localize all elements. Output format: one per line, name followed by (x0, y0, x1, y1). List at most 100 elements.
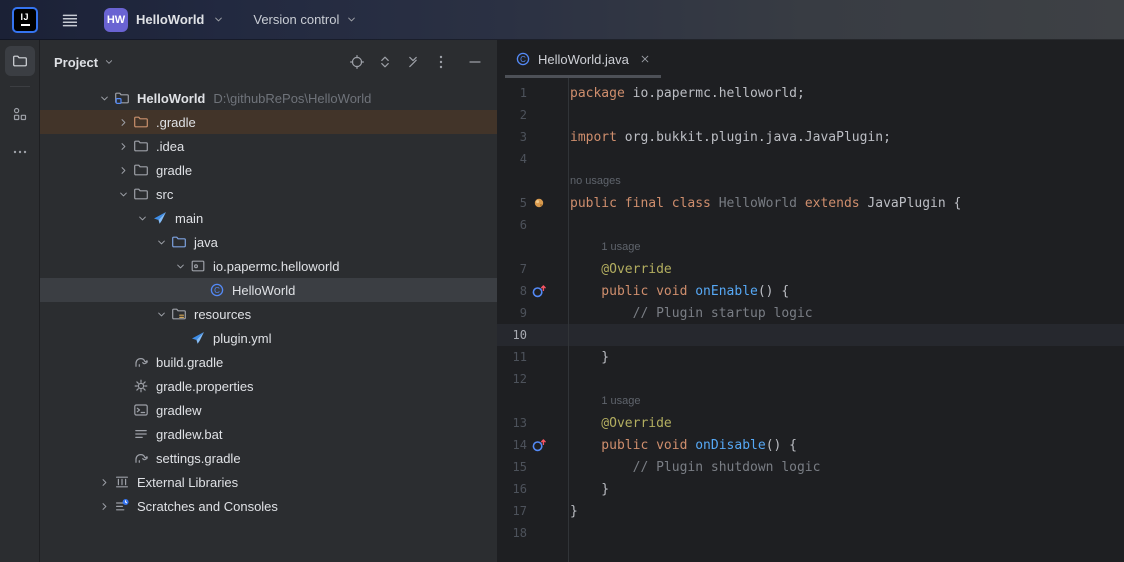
code-line-18[interactable]: 18 (497, 522, 1124, 544)
code-line-5[interactable]: 5public final class HelloWorld extends J… (497, 192, 1124, 214)
line-number: 8 (497, 284, 527, 298)
code-text: package io.papermc.helloworld; (568, 86, 805, 101)
code-line-17[interactable]: 17} (497, 500, 1124, 522)
chevron-down-icon[interactable] (117, 188, 133, 201)
code-line-9[interactable]: 9 // Plugin startup logic (497, 302, 1124, 324)
chevron-down-icon[interactable] (98, 92, 114, 105)
inlay-hint-row[interactable]: 1 usage (497, 236, 1124, 258)
kebab-menu-icon (433, 54, 449, 70)
main-menu-button[interactable] (54, 5, 84, 35)
tree-item-label: plugin.yml (213, 331, 272, 346)
tree-item-java[interactable]: java (40, 230, 497, 254)
tree-item-label: gradlew.bat (156, 427, 223, 442)
tree-item-main[interactable]: main (40, 206, 497, 230)
code-line-15[interactable]: 15 // Plugin shutdown logic (497, 456, 1124, 478)
line-number: 16 (497, 482, 527, 496)
code-line-2[interactable]: 2 (497, 104, 1124, 126)
tree-item-gradle-properties[interactable]: gradle.properties (40, 374, 497, 398)
code-line-16[interactable]: 16 } (497, 478, 1124, 500)
tree-item-resources[interactable]: resources (40, 302, 497, 326)
overriding-method-icon[interactable] (527, 283, 568, 299)
chevron-right-icon[interactable] (98, 500, 114, 513)
collapse-all-button[interactable] (403, 52, 423, 72)
line-number: 11 (497, 350, 527, 364)
code-line-1[interactable]: 1package io.papermc.helloworld; (497, 82, 1124, 104)
tree-item-gradlew-bat[interactable]: gradlew.bat (40, 422, 497, 446)
code-line-6[interactable]: 6 (497, 214, 1124, 236)
chevron-down-icon[interactable] (136, 212, 152, 225)
code-text: @Override (568, 416, 672, 431)
project-widget[interactable]: HW HelloWorld (104, 8, 225, 32)
project-view-selector[interactable]: Project (54, 55, 115, 70)
tree-item-label: .gradle (156, 115, 196, 130)
editor-tab-helloworld-java[interactable]: C HelloWorld.java (505, 40, 661, 78)
inlay-hint-row[interactable]: 1 usage (497, 390, 1124, 412)
code-line-8[interactable]: 8 public void onEnable() { (497, 280, 1124, 302)
line-number: 6 (497, 218, 527, 232)
chevron-down-icon[interactable] (174, 260, 190, 273)
inlay-hint: 1 usage (568, 240, 640, 255)
project-panel-header: Project (40, 40, 497, 84)
code-line-3[interactable]: 3import org.bukkit.plugin.java.JavaPlugi… (497, 126, 1124, 148)
folder-icon (133, 186, 149, 202)
code-editor[interactable]: 1package io.papermc.helloworld;23import … (497, 78, 1124, 562)
minecraft-plugin-icon[interactable] (527, 195, 568, 211)
hide-panel-button[interactable] (465, 52, 485, 72)
tree-item-gradle[interactable]: gradle (40, 158, 497, 182)
code-line-10[interactable]: 10 (497, 324, 1124, 346)
chevron-down-icon[interactable] (155, 308, 171, 321)
chevron-right-icon[interactable] (117, 116, 133, 129)
code-text: // Plugin startup logic (568, 306, 813, 321)
tree-item-io-papermc-helloworld[interactable]: io.papermc.helloworld (40, 254, 497, 278)
close-icon[interactable] (639, 53, 651, 65)
folder-icon (133, 114, 149, 130)
tree-item-label: build.gradle (156, 355, 223, 370)
logo-text: IJ (21, 13, 30, 22)
project-path: D:\githubRePos\HelloWorld (213, 91, 371, 106)
code-line-11[interactable]: 11 } (497, 346, 1124, 368)
kebab-menu-button[interactable] (431, 52, 451, 72)
code-line-14[interactable]: 14 public void onDisable() { (497, 434, 1124, 456)
tree-item-idea[interactable]: .idea (40, 134, 497, 158)
inlay-hint-row[interactable]: no usages (497, 170, 1124, 192)
chevron-right-icon[interactable] (117, 164, 133, 177)
stripe-button-more[interactable] (5, 137, 35, 167)
tree-item-gradle[interactable]: .gradle (40, 110, 497, 134)
tree-item-helloworld[interactable]: CHelloWorld (40, 278, 497, 302)
chevron-right-icon[interactable] (117, 140, 133, 153)
chevron-down-icon[interactable] (155, 236, 171, 249)
tree-item-label: gradlew (156, 403, 202, 418)
stripe-button-project[interactable] (5, 46, 35, 76)
class-icon: C (209, 282, 225, 298)
tree-item-helloworld[interactable]: HelloWorldD:\githubRePos\HelloWorld (40, 86, 497, 110)
chevron-right-icon[interactable] (98, 476, 114, 489)
code-line-4[interactable]: 4 (497, 148, 1124, 170)
tree-item-src[interactable]: src (40, 182, 497, 206)
line-number: 13 (497, 416, 527, 430)
code-text: // Plugin shutdown logic (568, 460, 820, 475)
code-line-7[interactable]: 7 @Override (497, 258, 1124, 280)
vcs-widget[interactable]: Version control (253, 12, 358, 27)
overriding-method-icon[interactable] (527, 437, 568, 453)
line-number: 9 (497, 306, 527, 320)
tree-item-gradlew[interactable]: gradlew (40, 398, 497, 422)
expand-all-button[interactable] (375, 52, 395, 72)
tree-item-scratches-and-consoles[interactable]: Scratches and Consoles (40, 494, 497, 518)
locate-button[interactable] (347, 52, 367, 72)
library-icon (114, 474, 130, 490)
tree-item-settings-gradle[interactable]: settings.gradle (40, 446, 497, 470)
project-name: HelloWorld (136, 12, 204, 27)
tree-item-external-libraries[interactable]: External Libraries (40, 470, 497, 494)
editor-area: C HelloWorld.java 1package io.papermc.he… (497, 40, 1124, 562)
collapse-all-icon (405, 54, 421, 70)
editor-tab-bar: C HelloWorld.java (497, 40, 1124, 78)
chevron-down-icon (345, 13, 358, 26)
stripe-button-structure[interactable] (5, 99, 35, 129)
code-line-13[interactable]: 13 @Override (497, 412, 1124, 434)
tree-item-build-gradle[interactable]: build.gradle (40, 350, 497, 374)
tree-item-plugin-yml[interactable]: plugin.yml (40, 326, 497, 350)
code-line-12[interactable]: 12 (497, 368, 1124, 390)
line-number: 4 (497, 152, 527, 166)
project-panel-toolbar (347, 52, 485, 72)
line-number: 17 (497, 504, 527, 518)
